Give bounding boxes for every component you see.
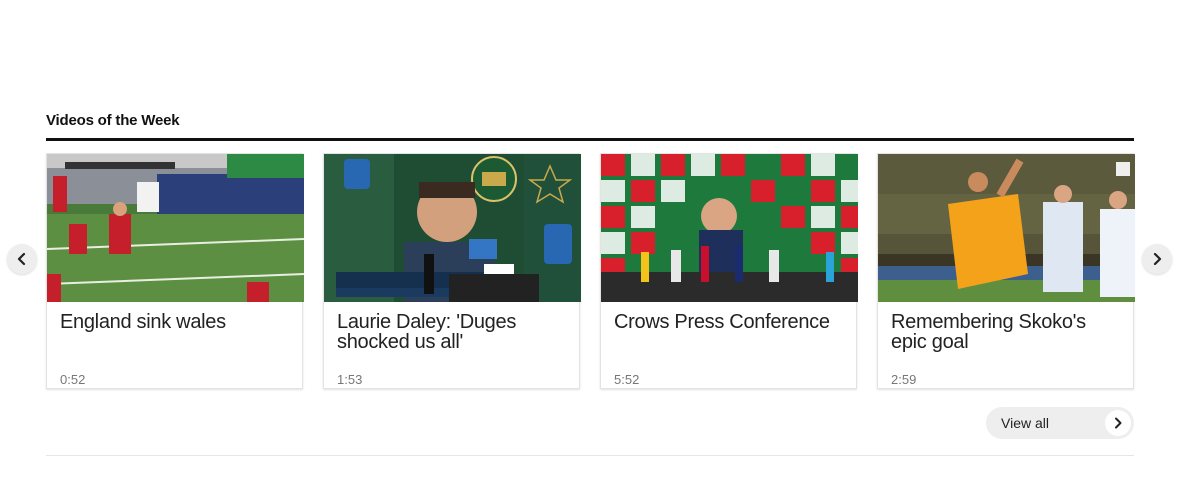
videos-page: Videos of the Week England sink wales 0:… — [0, 0, 1180, 500]
video-thumbnail[interactable] — [324, 154, 581, 302]
view-all-label: View all — [1001, 415, 1049, 431]
view-all-button[interactable]: View all — [986, 407, 1134, 439]
chevron-left-icon — [17, 252, 26, 266]
carousel-next-button[interactable] — [1142, 244, 1172, 274]
video-title[interactable]: Crows Press Conference — [614, 312, 844, 332]
section-title-divider — [46, 138, 1134, 141]
video-card-skoko-goal[interactable]: Remembering Skoko's epic goal 2:59 — [877, 153, 1135, 389]
video-thumbnail[interactable] — [47, 154, 304, 302]
chevron-right-icon — [1153, 252, 1162, 266]
video-thumbnail[interactable] — [878, 154, 1135, 302]
video-title[interactable]: Laurie Daley: 'Duges shocked us all' — [337, 312, 567, 352]
section-title: Videos of the Week — [46, 112, 180, 129]
video-title[interactable]: England sink wales — [60, 312, 290, 332]
video-card-crows-press[interactable]: Crows Press Conference 5:52 — [600, 153, 858, 389]
video-duration: 5:52 — [614, 372, 640, 387]
video-title[interactable]: Remembering Skoko's epic goal — [891, 312, 1121, 352]
carousel-prev-button[interactable] — [7, 244, 37, 274]
video-carousel: England sink wales 0:52 Laurie Daley: 'D… — [46, 153, 1136, 390]
video-card-england-wales[interactable]: England sink wales 0:52 — [46, 153, 304, 389]
video-duration: 1:53 — [337, 372, 363, 387]
video-duration: 2:59 — [891, 372, 917, 387]
video-thumbnail[interactable] — [601, 154, 858, 302]
video-duration: 0:52 — [60, 372, 86, 387]
bottom-divider — [46, 455, 1134, 456]
chevron-right-icon — [1105, 410, 1131, 436]
video-card-laurie-daley[interactable]: Laurie Daley: 'Duges shocked us all' 1:5… — [323, 153, 581, 389]
